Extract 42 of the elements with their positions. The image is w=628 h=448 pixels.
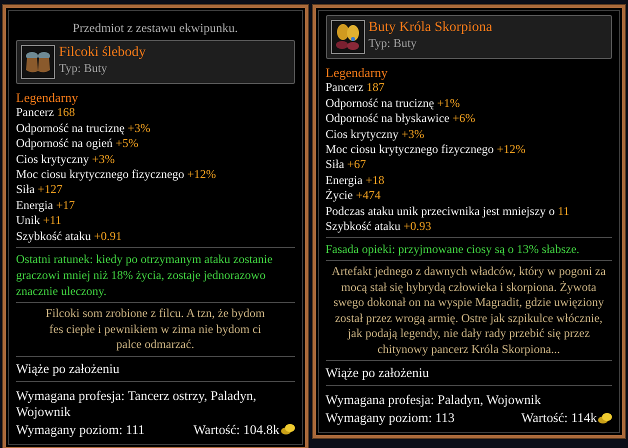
profession-text: Wymagana profesja: Paladyn, Wojownik [326,391,542,410]
profession-text: Wymagana profesja: Tancerz ostrzy, Paladyn, Wojownik [16,386,258,421]
stat-line: Odporność na błyskawice +6% [326,111,476,127]
set-item-note: Przedmiot z zestawu ekwipunku. [72,20,239,37]
stat-line: Unik +11 [16,213,62,229]
stat-line: Pancerz 187 [326,80,384,96]
stat-line: Energia +17 [16,198,75,214]
stat-line: Odporność na ogień +5% [16,136,138,152]
item-type: Typ: Buty [59,61,108,76]
item-rarity: Legendarny [16,90,78,106]
stat-line: Siła +67 [326,157,366,173]
stat-line: Siła +127 [16,182,62,198]
level-text: Wymagany poziom: 113 [326,409,455,426]
stat-line: Podczas ataku unik przeciwnika jest mniejszy o 11 [326,204,570,220]
coins-icon [280,423,294,436]
bonus-text: Fasada opieki: przyjmowane ciosy są o 13% słabsze. [326,241,580,258]
binding-text: Wiąże po założeniu [16,360,120,378]
item-description: Artefakt jednego z dawnych władców, który w pogoni za mocą stał się hybrydą człowieka i skorpiona. Żywota swego dokonał on na wyspie Magradit, gdzie uwięziony został przez wrogą armię. Ostre jak szpikulce włócznie, jak podają legendy, nie dały rady przebić się przez chitynowy pancerz Króla Skorpiona... [330,264,607,358]
stat-line: Szybkość ataku +0.91 [16,228,122,244]
bonus-text: Ostatni ratunek: kiedy po otrzymanym ataku zostanie graczowi mniej niż 18% życia, zostaje jednorazowo znacznie uleczony. [16,251,274,300]
stat-line: Pancerz 168 [16,105,75,121]
stat-line: Cios krytyczny +3% [326,126,424,142]
stat-line: Moc ciosu krytycznego fizycznego +12% [16,167,216,182]
boots-icon [330,20,364,54]
stat-line: Odporność na truciznę +3% [16,120,150,136]
stat-line: Odporność na truciznę +1% [326,96,460,112]
stat-line: Energia +18 [326,172,384,188]
worth-text: Wartość: 104.8k [193,420,280,438]
level-text: Wymagany poziom: 111 [16,420,145,438]
worth-text: Wartość: 114k [521,409,597,426]
stat-line: Życie +474 [326,188,381,204]
binding-text: Wiąże po założeniu [326,364,430,382]
item-description: Filcoki som zrobione z filcu. A tzn, że bydom fes ciepłe i pewnikiem w zima nie bydom ci palce odmarzać. [44,306,266,353]
coins-icon [598,412,612,424]
item-name: Filcoki ślebody [59,45,146,61]
item-name: Buty Króla Skorpiona [368,20,492,36]
stat-line: Moc ciosu krytycznego fizycznego +12% [326,142,526,158]
item-rarity: Legendarny [326,65,388,80]
item-type: Typ: Buty [368,36,417,51]
boots-icon [21,45,55,79]
stat-line: Szybkość ataku +0.93 [326,219,432,234]
stat-line: Cios krytyczny +3% [16,152,115,168]
